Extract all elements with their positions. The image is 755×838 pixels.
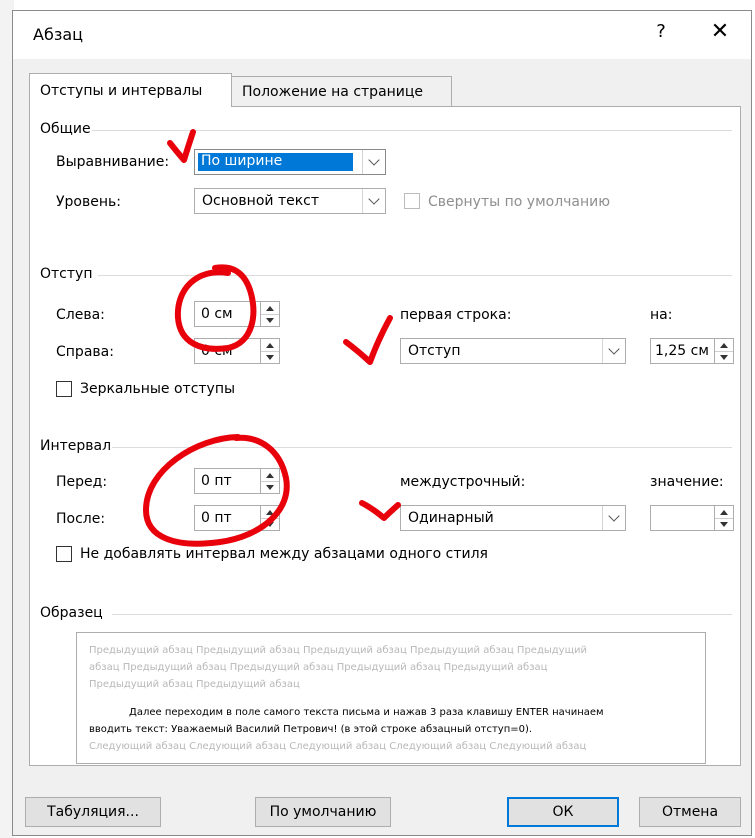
spacing-after-spinner[interactable]: 0 пт (194, 505, 280, 531)
preview-sample-line: Далее переходим в поле самого текста пис… (129, 707, 604, 718)
indent-left-label: Слева: (56, 307, 105, 323)
section-divider (112, 447, 732, 448)
indent-right-value: 0 см (201, 343, 233, 359)
spinner-buttons (714, 339, 733, 363)
first-line-value: Отступ (408, 343, 461, 359)
level-label: Уровень: (56, 194, 121, 210)
line-spacing-label: междустрочный: (400, 474, 526, 490)
paragraph-dialog: Абзац ? ✕ Отступы и интервалы Положение … (12, 10, 752, 836)
indent-right-label: Справа: (56, 344, 114, 360)
alignment-value: По ширине (201, 153, 283, 169)
cancel-button[interactable]: Отмена (639, 797, 741, 827)
line-spacing-value: Одинарный (408, 510, 494, 526)
indent-by-label: на: (650, 307, 673, 323)
preview-next-line: Следующий абзац Следующий абзац Следующи… (89, 741, 587, 752)
spinner-buttons (260, 339, 279, 363)
spinner-buttons (260, 469, 279, 493)
preview-previous-line: Предыдущий абзац Предыдущий абзац Предыд… (89, 645, 588, 656)
chevron-down-icon[interactable] (362, 150, 385, 174)
chevron-down-icon[interactable] (602, 339, 625, 363)
section-divider (92, 130, 732, 131)
indent-left-spinner[interactable]: 0 см (194, 301, 280, 327)
tab-indents-spacing[interactable]: Отступы и интервалы (29, 73, 232, 107)
preview-previous-line: Предыдущий абзац Предыдущий абзац (89, 679, 300, 690)
indent-by-value: 1,25 см (655, 343, 709, 359)
level-select[interactable]: Основной текст (194, 188, 386, 214)
section-divider (98, 275, 732, 276)
close-icon[interactable]: ✕ (707, 19, 733, 44)
alignment-label: Выравнивание: (56, 154, 170, 170)
section-spacing-heading: Интервал (40, 438, 112, 454)
first-line-label: первая строка: (400, 307, 512, 323)
spin-down-icon[interactable] (261, 351, 279, 363)
preview-box: Предыдущий абзац Предыдущий абзац Предыд… (76, 632, 706, 764)
title-bar: Абзац ? ✕ (13, 11, 751, 59)
alignment-select[interactable]: По ширине (194, 149, 386, 175)
collapsed-label: Свернуты по умолчанию (428, 194, 611, 210)
spin-down-icon[interactable] (261, 481, 279, 493)
section-preview-heading: Образец (40, 605, 103, 621)
tab-panel: Общие Выравнивание: По ширине Уровень: О… (29, 106, 741, 766)
spin-down-icon[interactable] (715, 351, 733, 363)
section-indent-heading: Отступ (40, 266, 93, 282)
tab-line-page-breaks[interactable]: Положение на странице (232, 76, 452, 107)
help-button[interactable]: ? (651, 21, 671, 42)
line-spacing-select[interactable]: Одинарный (400, 505, 626, 531)
indent-left-value: 0 см (201, 306, 233, 322)
spacing-at-spinner[interactable] (650, 505, 734, 531)
dialog-title: Абзац (33, 25, 84, 44)
spacing-after-value: 0 пт (201, 510, 232, 526)
chevron-down-icon[interactable] (362, 189, 385, 213)
indent-right-spinner[interactable]: 0 см (194, 338, 280, 364)
no-space-same-style-label: Не добавлять интервал между абзацами одн… (80, 546, 488, 562)
spinner-buttons (714, 506, 733, 530)
set-default-button[interactable]: По умолчанию (255, 797, 391, 827)
spacing-after-label: После: (56, 511, 106, 527)
first-line-select[interactable]: Отступ (400, 338, 626, 364)
spin-down-icon[interactable] (261, 314, 279, 326)
spinner-buttons (260, 302, 279, 326)
mirror-indents-checkbox[interactable] (56, 381, 72, 397)
mirror-indents-label: Зеркальные отступы (80, 381, 236, 397)
indent-by-spinner[interactable]: 1,25 см (650, 338, 734, 364)
spacing-before-value: 0 пт (201, 473, 232, 489)
level-value: Основной текст (202, 193, 320, 209)
spacing-before-label: Перед: (56, 474, 108, 490)
collapsed-checkbox[interactable] (404, 193, 420, 209)
spinner-buttons (260, 506, 279, 530)
preview-previous-line: абзац Предыдущий абзац Предыдущий абзац … (89, 662, 548, 673)
spin-down-icon[interactable] (715, 518, 733, 530)
preview-sample-line: вводить текст: Уважаемый Василий Петрови… (89, 724, 533, 735)
spacing-at-label: значение: (650, 474, 724, 490)
section-general-heading: Общие (40, 121, 91, 137)
chevron-down-icon[interactable] (602, 506, 625, 530)
ok-button[interactable]: ОК (507, 797, 619, 827)
section-divider (112, 614, 732, 615)
spin-down-icon[interactable] (261, 518, 279, 530)
spacing-before-spinner[interactable]: 0 пт (194, 468, 280, 494)
no-space-same-style-checkbox[interactable] (56, 546, 72, 562)
tabs-button[interactable]: Табуляция... (25, 797, 161, 827)
